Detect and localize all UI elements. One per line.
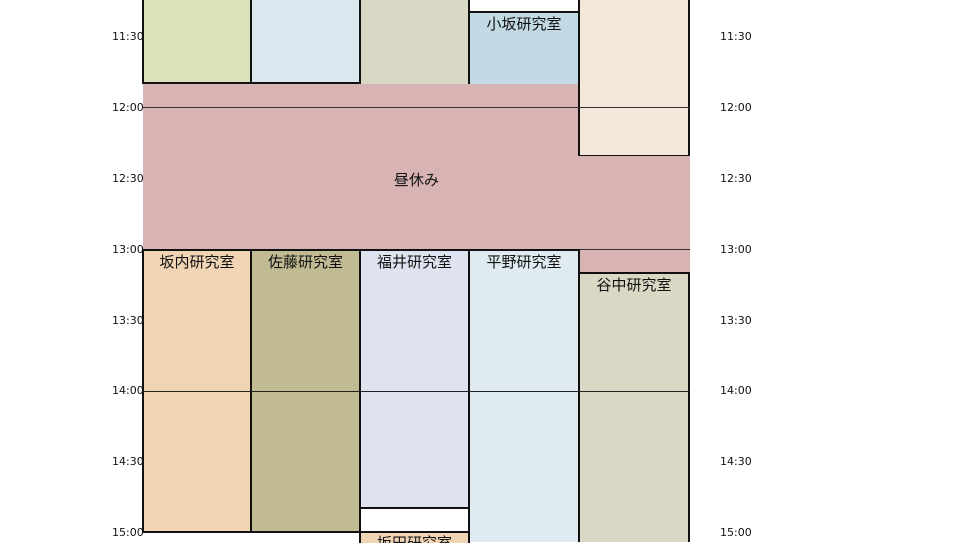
- afternoon-block-hirano-label: 平野研究室: [486, 253, 562, 271]
- lunch-break-label: 昼休み: [393, 170, 439, 189]
- time-label-left: 13:30: [112, 314, 144, 327]
- morning-block-4-label: 小坂研究室: [486, 15, 562, 33]
- time-label-left: 12:30: [112, 172, 144, 185]
- morning-block-2: [250, 0, 361, 84]
- afternoon-block-sakauchi-label: 坂内研究室: [159, 253, 235, 271]
- time-label-right: 13:30: [720, 314, 752, 327]
- morning-block-5: [578, 0, 690, 157]
- afternoon-block-partial-label: 坂田研究室: [376, 534, 452, 543]
- time-label-left: 11:30: [112, 30, 144, 43]
- time-label-right: 15:00: [720, 526, 752, 539]
- afternoon-block-hirano: 平野研究室: [468, 249, 580, 542]
- morning-block-1: [142, 0, 252, 84]
- time-label-right: 14:00: [720, 384, 752, 397]
- time-label-left: 13:00: [112, 243, 144, 256]
- afternoon-block-sato-label: 佐藤研究室: [267, 253, 343, 271]
- afternoon-block-yanaka: 谷中研究室: [578, 272, 690, 542]
- time-label-right: 13:00: [720, 243, 752, 256]
- time-label-right: 11:30: [720, 30, 752, 43]
- grid-line-1400: [143, 391, 690, 392]
- lunch-line-1200: [143, 107, 690, 108]
- time-label-left: 14:30: [112, 455, 144, 468]
- afternoon-block-yanaka-label: 谷中研究室: [596, 276, 672, 294]
- time-label-left: 12:00: [112, 101, 144, 114]
- afternoon-block-partial: 坂田研究室: [359, 531, 470, 543]
- time-label-left: 15:00: [112, 526, 144, 539]
- time-label-left: 14:00: [112, 384, 144, 397]
- afternoon-block-fukui: 福井研究室: [359, 249, 470, 509]
- time-label-right: 12:00: [720, 101, 752, 114]
- afternoon-block-fukui-label: 福井研究室: [376, 253, 452, 271]
- time-label-right: 14:30: [720, 455, 752, 468]
- time-label-right: 12:30: [720, 172, 752, 185]
